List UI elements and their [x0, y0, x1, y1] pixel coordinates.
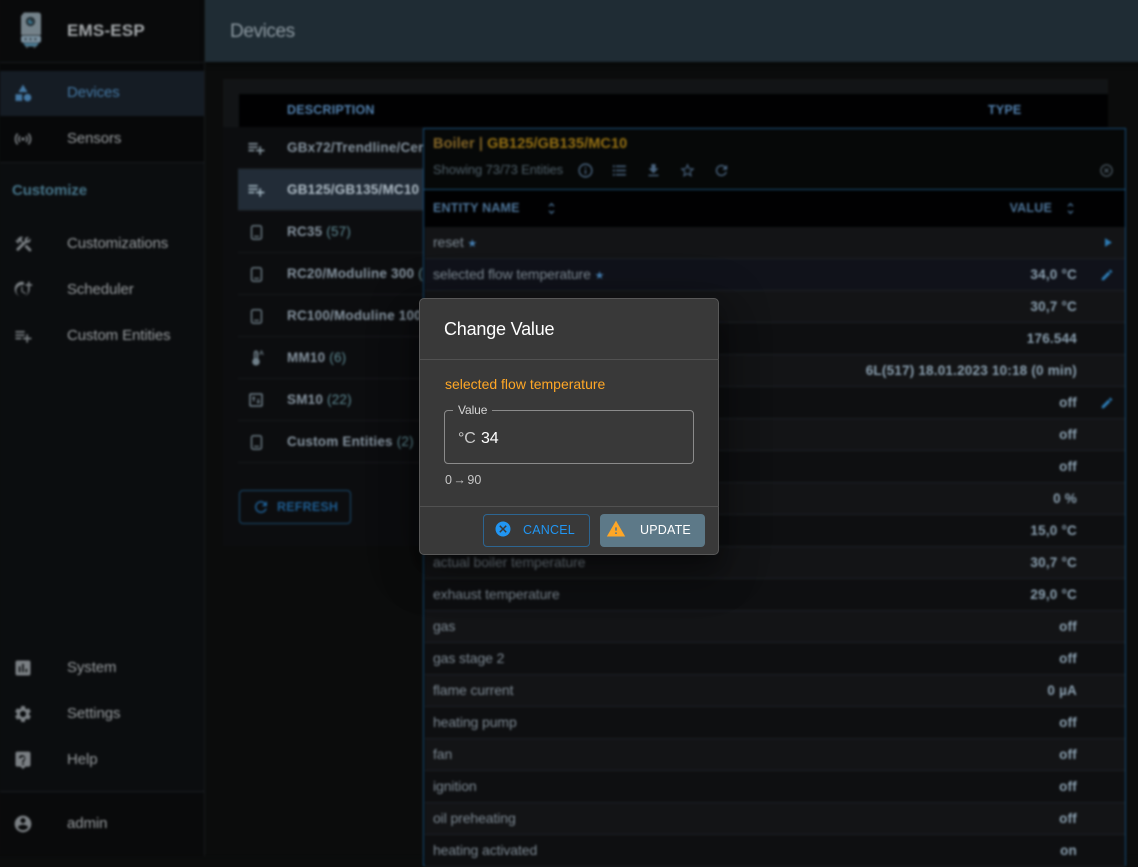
svg-text:A: A	[259, 350, 264, 357]
